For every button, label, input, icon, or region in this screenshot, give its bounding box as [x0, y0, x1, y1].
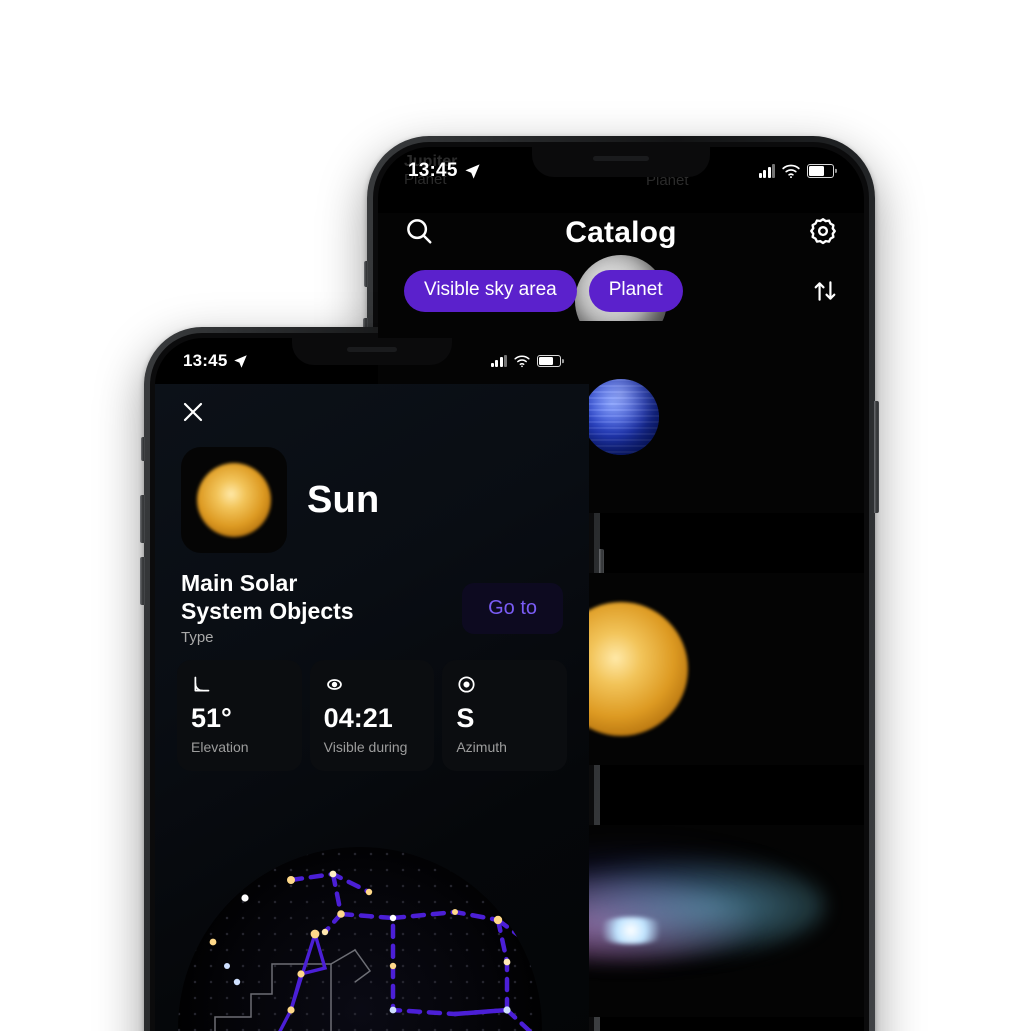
power-button-back[interactable]	[874, 401, 879, 513]
volume-up-front[interactable]	[140, 495, 145, 543]
stat-value: 51°	[191, 703, 232, 734]
mute-switch-back[interactable]	[364, 261, 368, 287]
stat-visible-during[interactable]: 04:21 Visible during	[309, 660, 435, 772]
status-indicators	[490, 354, 561, 368]
sort-arrows-icon[interactable]	[812, 278, 838, 304]
screenshot-root: Jupiter Planet Planet Catalog Visible sk…	[0, 0, 1031, 1031]
status-time: 13:45	[408, 160, 481, 182]
object-type-line1: Main Solar	[181, 570, 298, 596]
status-time: 13:45	[183, 351, 248, 371]
elevation-angle-icon	[191, 674, 288, 696]
detail-screen: Sun Main Solar System Objects Type Go to	[155, 338, 589, 1031]
status-bar-back: 13:45	[378, 147, 864, 195]
close-row	[155, 384, 589, 429]
object-detail-sheet: Sun Main Solar System Objects Type Go to	[155, 384, 589, 1031]
neptune-sphere	[583, 379, 659, 455]
stat-azimuth[interactable]: S Azimuth	[442, 660, 568, 772]
filter-chip-row: Visible sky area Planet	[378, 269, 864, 313]
page-title: Catalog	[565, 216, 677, 249]
location-arrow-icon	[465, 163, 480, 179]
status-indicators	[758, 163, 834, 179]
object-name: Sun	[307, 478, 380, 521]
object-type-label: Type	[181, 629, 214, 647]
battery-icon	[537, 354, 561, 368]
catalog-header: Catalog	[378, 205, 864, 261]
object-thumbnail	[181, 447, 287, 553]
detail-phone: Sun Main Solar System Objects Type Go to	[140, 327, 604, 1031]
stat-value: S	[456, 703, 475, 734]
filter-chip-visible-sky-area[interactable]: Visible sky area	[404, 270, 577, 312]
stat-value: 04:21	[323, 703, 393, 734]
stats-row: 51° Elevation 04:21 Visible during S Azi…	[155, 646, 589, 772]
object-type-line2: System Objects	[181, 598, 354, 625]
close-icon[interactable]	[181, 400, 205, 428]
cellular-bars-icon	[758, 164, 775, 178]
object-type-text: Main Solar System Objects Type	[181, 569, 448, 646]
object-type-row: Main Solar System Objects Type Go to	[155, 553, 589, 646]
wifi-icon	[782, 164, 800, 179]
constellation-sky-map[interactable]	[155, 814, 589, 1031]
cellular-bars-icon	[490, 355, 507, 367]
gear-icon[interactable]	[808, 216, 838, 251]
go-to-button[interactable]: Go to	[462, 583, 563, 634]
stat-label: Elevation	[191, 739, 249, 756]
location-arrow-icon	[234, 354, 248, 368]
object-header: Sun	[155, 429, 589, 553]
eye-icon	[324, 674, 421, 696]
stat-label: Visible during	[323, 739, 408, 756]
filter-chip-planet[interactable]: Planet	[588, 270, 683, 312]
search-icon[interactable]	[404, 216, 434, 251]
status-bar-front: 13:45	[155, 338, 589, 384]
stat-elevation[interactable]: 51° Elevation	[177, 660, 302, 772]
battery-icon	[807, 164, 834, 178]
wifi-icon	[514, 355, 530, 368]
sun-sphere	[197, 463, 271, 537]
mute-switch-front[interactable]	[141, 437, 145, 461]
volume-down-front[interactable]	[140, 557, 145, 605]
compass-target-icon	[456, 674, 553, 696]
stat-label: Azimuth	[456, 739, 507, 756]
